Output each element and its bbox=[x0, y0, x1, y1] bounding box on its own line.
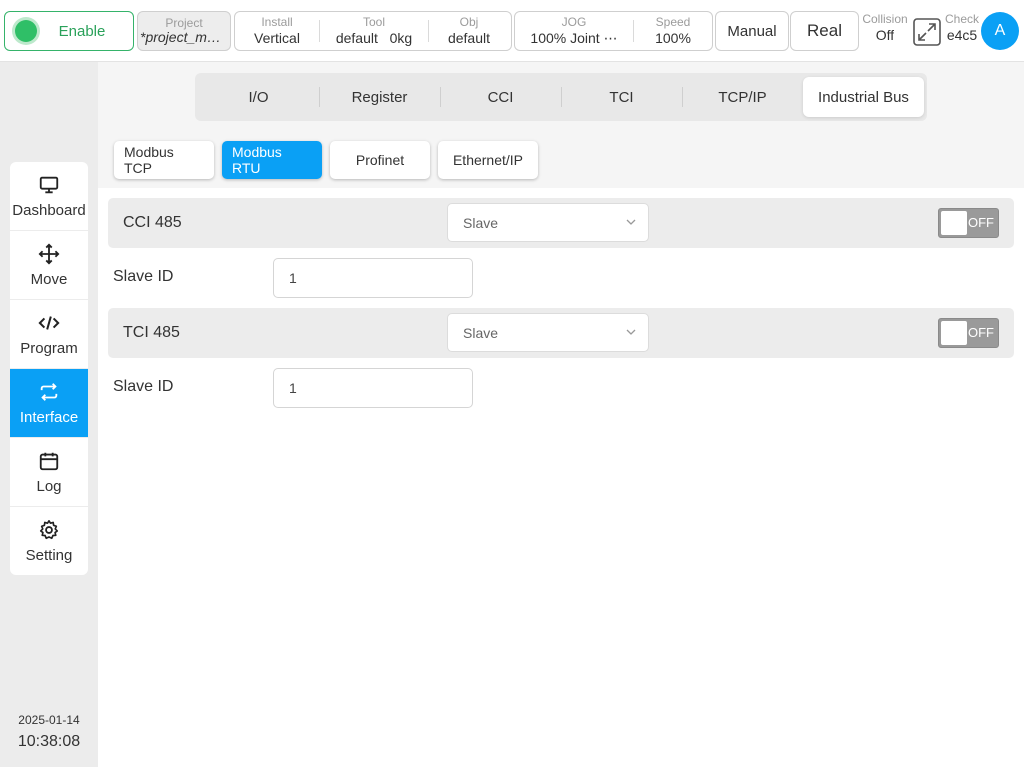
collision-status[interactable]: Collision Off bbox=[860, 12, 910, 43]
tool-value: default 0kg bbox=[336, 30, 412, 46]
check-caption: Check bbox=[944, 12, 979, 26]
sidebar-item-program[interactable]: Program bbox=[10, 300, 88, 369]
interface-tabbar: I/O Register CCI TCI TCP/IP Industrial B… bbox=[195, 73, 927, 121]
subtab-profinet[interactable]: Profinet bbox=[330, 141, 430, 179]
toggle-knob bbox=[941, 211, 967, 235]
enable-label: Enable bbox=[58, 22, 106, 40]
toggle-label: OFF bbox=[968, 215, 994, 230]
mode-button[interactable]: Manual bbox=[715, 11, 789, 51]
field-label: Slave ID bbox=[113, 268, 174, 285]
tci-slave-id-input[interactable] bbox=[273, 368, 473, 408]
toggle-knob bbox=[941, 321, 967, 345]
tool-caption: Tool bbox=[362, 15, 385, 30]
sidebar-item-move[interactable]: Move bbox=[10, 231, 88, 300]
real-mode-button[interactable]: Real bbox=[790, 11, 859, 51]
clock-date: 2025-01-14 bbox=[18, 713, 80, 727]
install-cell[interactable]: Install Vertical bbox=[235, 12, 319, 50]
sidebar-item-log[interactable]: Log bbox=[10, 438, 88, 507]
obj-caption: Obj bbox=[459, 15, 479, 30]
tci-485-row: TCI 485 Slave OFF bbox=[108, 308, 1014, 358]
toggle-label: OFF bbox=[968, 325, 994, 340]
cci-485-row: CCI 485 Slave OFF bbox=[108, 198, 1014, 248]
tab-io[interactable]: I/O bbox=[198, 77, 319, 117]
tci-485-mode-select[interactable]: Slave bbox=[447, 313, 649, 352]
speed-caption: Speed bbox=[655, 15, 691, 30]
tool-name: default bbox=[335, 29, 378, 46]
cci-485-toggle[interactable]: OFF bbox=[938, 208, 999, 238]
obj-value: default bbox=[447, 29, 491, 46]
section-title: CCI 485 bbox=[123, 214, 182, 231]
sidebar-item-label: Program bbox=[20, 339, 78, 357]
section-title: TCI 485 bbox=[123, 324, 180, 341]
sidebar-item-label: Log bbox=[36, 477, 62, 495]
jog-cell[interactable]: JOG 100% Joint ⋯ bbox=[515, 12, 633, 50]
collision-value: Off bbox=[875, 26, 895, 43]
protocol-subtabs: Modbus TCP Modbus RTU Profinet Ethernet/… bbox=[114, 141, 538, 179]
sidebar-item-label: Move bbox=[30, 270, 68, 288]
clock-time: 10:38:08 bbox=[17, 733, 81, 750]
enable-button[interactable]: Enable bbox=[4, 11, 134, 51]
sidebar-item-label: Setting bbox=[25, 547, 73, 564]
tab-tcp-ip[interactable]: TCP/IP bbox=[682, 77, 803, 117]
collision-caption: Collision bbox=[862, 12, 908, 26]
monitor-icon bbox=[39, 176, 59, 193]
project-selector[interactable]: Project *project_mo⋯ bbox=[137, 11, 231, 51]
select-value: Slave bbox=[463, 214, 499, 231]
sidebar-item-setting[interactable]: Setting bbox=[10, 507, 88, 575]
expand-icon[interactable] bbox=[912, 17, 942, 47]
jog-value: 100% Joint ⋯ bbox=[530, 29, 618, 46]
tci-485-toggle[interactable]: OFF bbox=[938, 318, 999, 348]
gear-icon bbox=[39, 520, 59, 540]
tab-industrial-bus[interactable]: Industrial Bus bbox=[803, 77, 924, 117]
code-icon bbox=[38, 315, 60, 330]
swap-arrows-icon bbox=[40, 382, 58, 401]
speed-cell[interactable]: Speed 100% bbox=[634, 12, 712, 50]
check-status[interactable]: Check e4c5 bbox=[943, 12, 981, 43]
project-caption: Project bbox=[165, 15, 203, 30]
sidebar-item-label: Interface bbox=[19, 408, 79, 426]
enable-status-dot bbox=[15, 20, 37, 42]
move-arrows-icon bbox=[38, 243, 60, 264]
sidebar-item-label: Dashboard bbox=[12, 201, 86, 219]
tab-cci[interactable]: CCI bbox=[440, 77, 561, 117]
subtab-modbus-tcp[interactable]: Modbus TCP bbox=[114, 141, 214, 179]
speed-value: 100% bbox=[655, 29, 691, 46]
select-value: Slave bbox=[463, 324, 499, 341]
cci-485-mode-select[interactable]: Slave bbox=[447, 203, 649, 242]
sidebar-item-dashboard[interactable]: Dashboard bbox=[10, 162, 88, 231]
cci-slave-id-input[interactable] bbox=[273, 258, 473, 298]
chevron-down-icon bbox=[626, 329, 636, 335]
install-tool-obj-panel[interactable]: Install Vertical Tool default 0kg Obj de… bbox=[234, 11, 512, 51]
tab-header: I/O Register CCI TCI TCP/IP Industrial B… bbox=[98, 62, 1024, 188]
tool-payload: 0kg bbox=[389, 29, 413, 46]
install-value: Vertical bbox=[254, 29, 300, 46]
tool-cell[interactable]: Tool default 0kg bbox=[320, 12, 428, 50]
tab-register[interactable]: Register bbox=[319, 77, 440, 117]
calendar-icon bbox=[39, 452, 59, 470]
tab-tci[interactable]: TCI bbox=[561, 77, 682, 117]
project-name: *project_mo⋯ bbox=[140, 29, 228, 45]
field-label: Slave ID bbox=[113, 378, 174, 395]
jog-caption: JOG bbox=[561, 15, 587, 30]
chevron-down-icon bbox=[626, 219, 636, 225]
install-caption: Install bbox=[261, 15, 293, 30]
sidebar-nav: Dashboard Move Program Interface Log Set… bbox=[10, 162, 88, 575]
subtab-ethernet-ip[interactable]: Ethernet/IP bbox=[438, 141, 538, 179]
top-bar: Enable Project *project_mo⋯ Install Vert… bbox=[0, 0, 1024, 62]
user-avatar[interactable]: A bbox=[981, 12, 1019, 50]
subtab-modbus-rtu[interactable]: Modbus RTU bbox=[222, 141, 322, 179]
obj-cell[interactable]: Obj default bbox=[429, 12, 509, 50]
main-panel: I/O Register CCI TCI TCP/IP Industrial B… bbox=[98, 62, 1024, 767]
jog-speed-panel[interactable]: JOG 100% Joint ⋯ Speed 100% bbox=[514, 11, 713, 51]
check-value: e4c5 bbox=[946, 26, 978, 43]
sidebar-item-interface[interactable]: Interface bbox=[10, 369, 88, 438]
